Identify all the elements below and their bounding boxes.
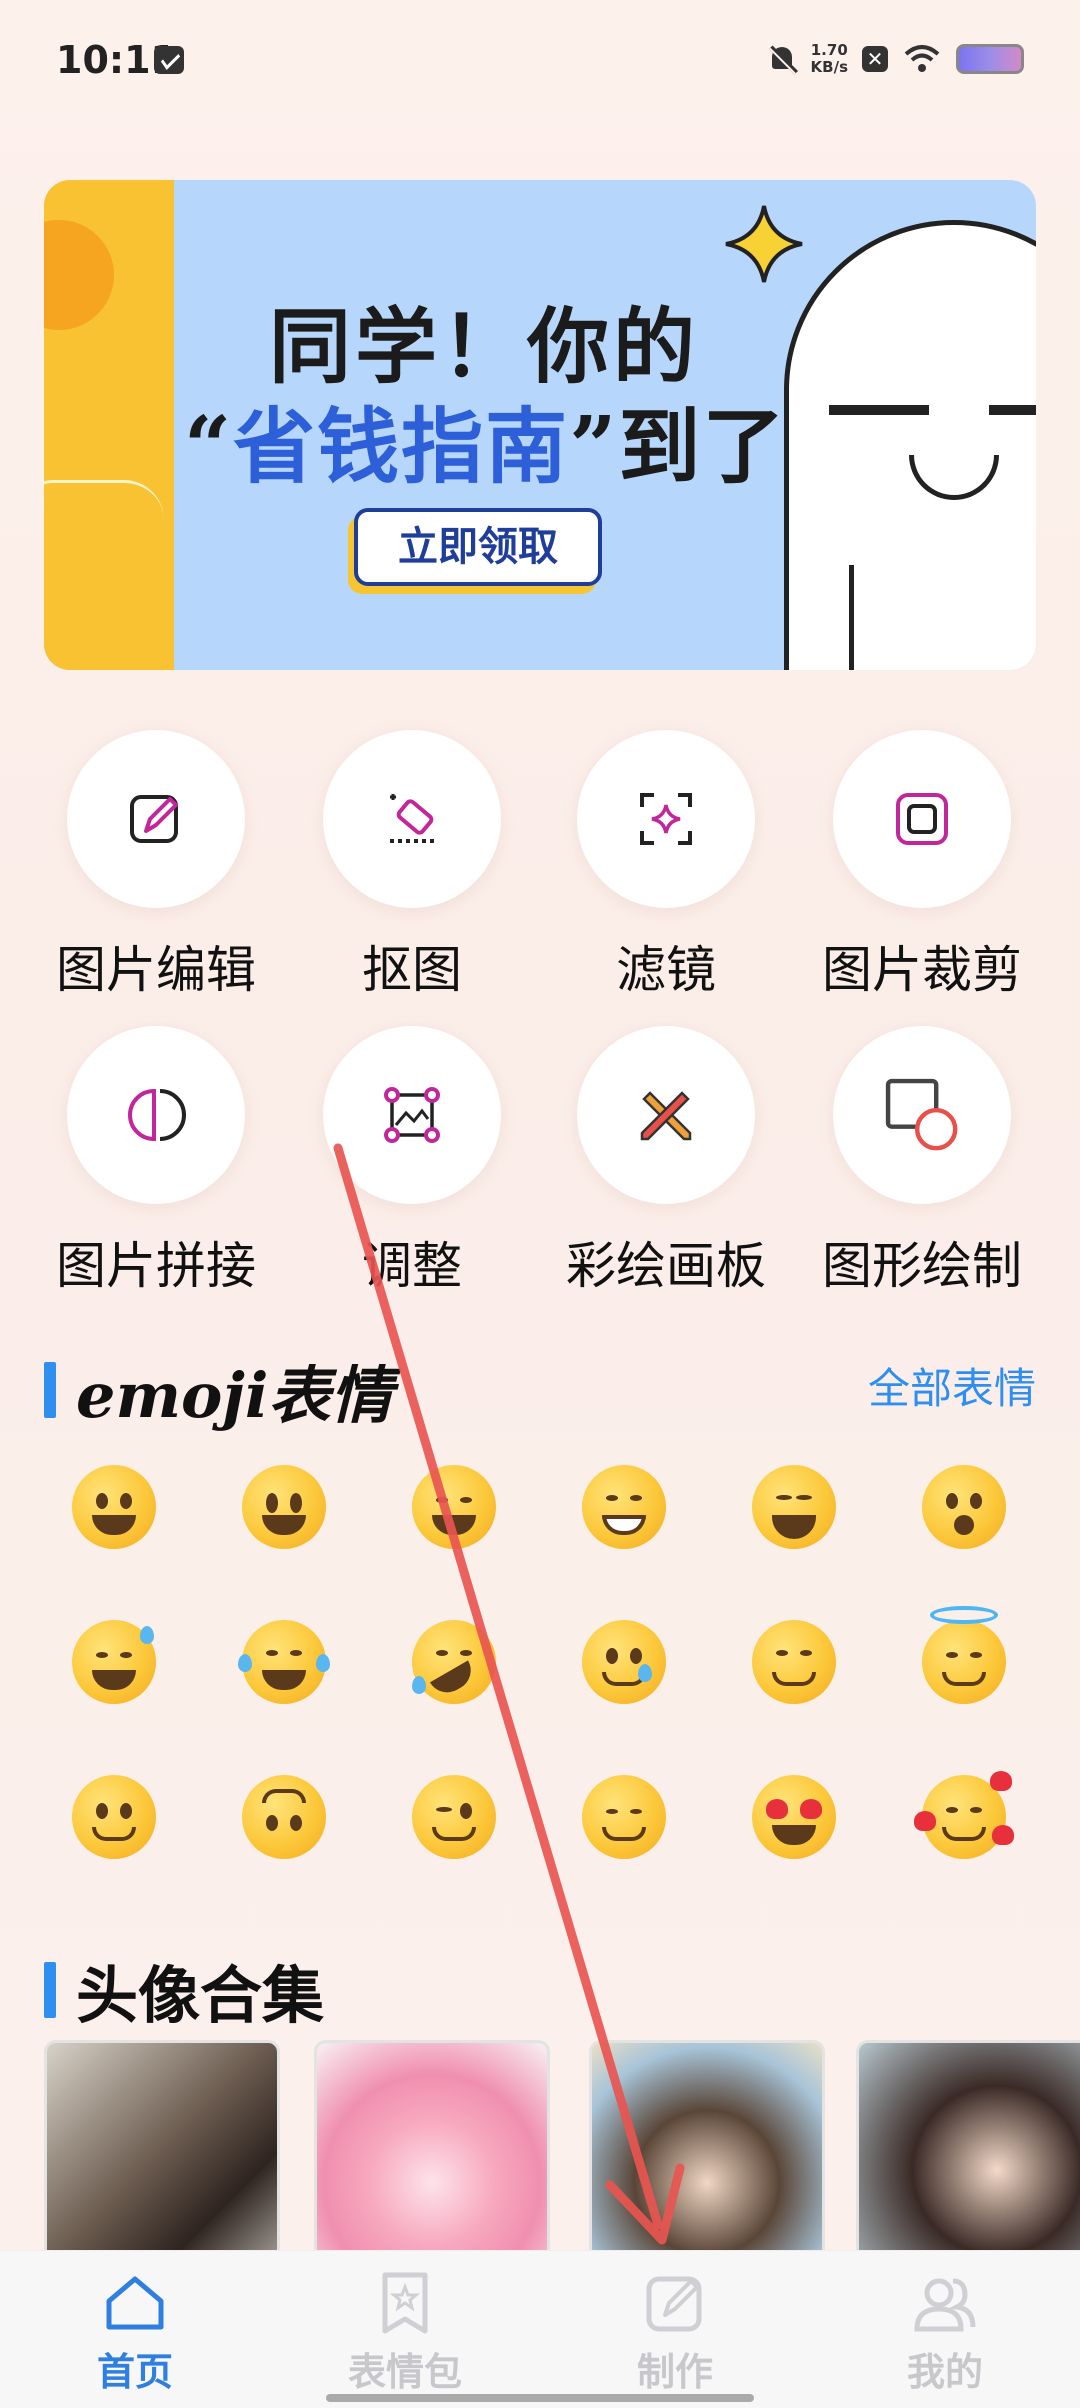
emoji-grinning[interactable]	[72, 1465, 156, 1549]
promo-banner[interactable]: 同学！你的 “省钱指南”到了 立即领取	[44, 180, 1036, 670]
emoji-smiling-hearts[interactable]	[914, 1771, 1014, 1859]
tool-label: 滤镜	[616, 941, 716, 999]
emoji-blush[interactable]	[752, 1620, 836, 1704]
star-icon	[725, 205, 803, 283]
nav-label: 表情包	[347, 2350, 462, 2394]
emoji-section-title: emoji表情	[76, 1359, 393, 1432]
avatar-card[interactable]	[44, 2040, 280, 2250]
eraser-icon	[390, 794, 434, 843]
tool-paint-board[interactable]: 彩绘画板	[538, 1026, 794, 1298]
sticker-star-icon	[373, 2271, 437, 2335]
tool-filter[interactable]: 滤镜	[538, 730, 794, 1002]
nav-label: 首页	[96, 2350, 173, 2394]
tool-image-edit[interactable]: 图片编辑	[28, 730, 284, 1002]
battery-icon	[956, 44, 1024, 74]
tool-label: 图片裁剪	[822, 941, 1022, 999]
emoji-heart-eyes[interactable]	[752, 1775, 836, 1859]
wifi-icon	[902, 44, 942, 74]
avatar-section-title: 头像合集	[76, 1959, 325, 2032]
banner-mascot	[784, 220, 1036, 670]
nav-profile[interactable]: 我的	[810, 2271, 1080, 2396]
shapes-icon	[885, 1078, 958, 1151]
tool-label: 图片拼接	[56, 1237, 256, 1295]
sparkle-filter-icon	[640, 793, 692, 845]
emoji-smile[interactable]	[412, 1465, 496, 1549]
avatar-card[interactable]	[314, 2040, 550, 2250]
home-icon	[103, 2271, 167, 2335]
message-notification-icon	[154, 46, 184, 74]
emoji-wink[interactable]	[412, 1775, 496, 1859]
banner-highlight: 省钱指南	[233, 399, 570, 495]
emoji-smiling-tear[interactable]	[582, 1620, 666, 1704]
banner-decoration	[44, 180, 174, 670]
bottom-navigation: 首页 表情包 制作 我的	[0, 2250, 1080, 2408]
emoji-smiley[interactable]	[242, 1465, 326, 1549]
section-accent-bar	[44, 1962, 56, 2018]
emoji-slight-smile[interactable]	[72, 1775, 156, 1859]
tool-label: 抠图	[362, 941, 462, 999]
bell-mute-icon	[767, 44, 797, 74]
tool-collage[interactable]: 图片拼接	[28, 1026, 284, 1298]
status-bar: 10:11 1.70 KB/s ✕	[0, 0, 1080, 120]
emoji-joy[interactable]	[238, 1620, 330, 1704]
compose-icon	[643, 2271, 707, 2335]
status-indicators: 1.70 KB/s ✕	[767, 42, 1024, 76]
emoji-upside-down[interactable]	[242, 1775, 326, 1859]
emoji-sweat-smile[interactable]	[72, 1620, 156, 1704]
crop-icon	[896, 793, 948, 845]
split-circle-icon	[128, 1088, 186, 1142]
emoji-grin[interactable]	[582, 1465, 666, 1549]
avatar-card[interactable]	[589, 2040, 825, 2250]
edit-image-icon	[130, 795, 178, 843]
emoji-fearful[interactable]	[922, 1465, 1006, 1549]
nav-label: 制作	[636, 2350, 713, 2394]
network-speed: 1.70 KB/s	[811, 42, 848, 76]
nav-stickers[interactable]: 表情包	[270, 2271, 540, 2396]
tool-shape-draw[interactable]: 图形绘制	[794, 1026, 1050, 1298]
tool-crop[interactable]: 图片裁剪	[794, 730, 1050, 1002]
emoji-laughing[interactable]	[752, 1465, 836, 1549]
network-speed-unit: KB/s	[810, 58, 848, 76]
emoji-innocent[interactable]	[922, 1606, 1006, 1704]
x-notification-icon: ✕	[862, 46, 888, 72]
tool-label: 图形绘制	[822, 1237, 1022, 1295]
banner-subheadline: “省钱指南”到了	[184, 399, 787, 495]
tool-cutout[interactable]: 抠图	[284, 730, 540, 1002]
avatar-section-header: 头像合集	[44, 1945, 324, 2035]
transform-icon	[384, 1087, 440, 1143]
avatar-card[interactable]	[856, 2040, 1080, 2250]
all-emoji-link[interactable]: 全部表情	[868, 1355, 1036, 1416]
nav-home[interactable]: 首页	[0, 2271, 270, 2396]
section-accent-bar	[44, 1362, 56, 1418]
nav-label: 我的	[906, 2350, 983, 2394]
pencils-cross-icon	[640, 1091, 692, 1141]
emoji-relieved[interactable]	[582, 1775, 666, 1859]
home-indicator	[326, 2394, 754, 2402]
tool-adjust[interactable]: 调整	[284, 1026, 540, 1298]
tool-label: 图片编辑	[56, 941, 256, 999]
tool-label: 彩绘画板	[566, 1237, 766, 1295]
profile-icon	[913, 2271, 977, 2335]
tool-label: 调整	[362, 1237, 462, 1295]
emoji-section-header: emoji表情	[44, 1345, 392, 1435]
network-speed-value: 1.70	[810, 41, 848, 59]
claim-now-button[interactable]: 立即领取	[354, 508, 602, 586]
avatar-list	[44, 2040, 1080, 2250]
nav-create[interactable]: 制作	[540, 2271, 810, 2396]
emoji-rofl[interactable]	[412, 1620, 496, 1704]
